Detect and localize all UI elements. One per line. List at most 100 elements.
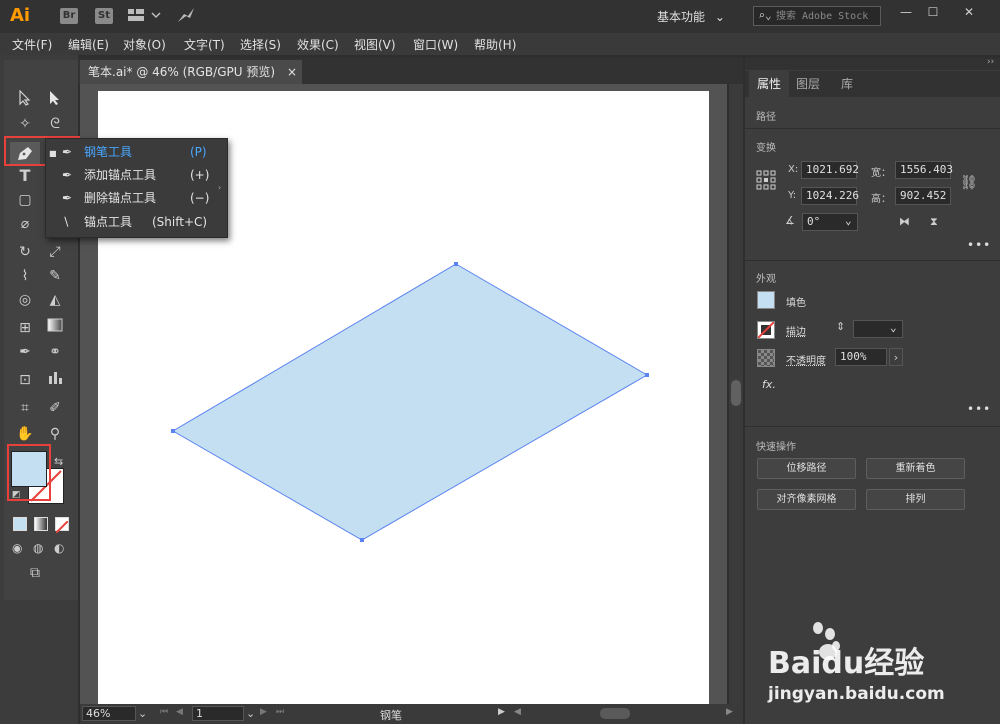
- scale-tool-icon[interactable]: ⤢: [44, 242, 66, 262]
- vertical-scrollbar[interactable]: [729, 84, 743, 706]
- menu-view[interactable]: 视图(V): [354, 36, 396, 53]
- close-window-icon[interactable]: ✕: [958, 5, 980, 21]
- flyout-item-add-anchor[interactable]: ✒ 添加锚点工具 (+): [62, 164, 222, 186]
- opacity-arrow-icon[interactable]: ›: [889, 348, 903, 366]
- type-tool-icon[interactable]: T: [14, 166, 36, 186]
- menu-edit[interactable]: 编辑(E): [68, 36, 109, 53]
- arrange-documents-icon[interactable]: [128, 8, 164, 26]
- puppet-warp-tool-icon[interactable]: ✎: [44, 266, 66, 286]
- document-tab[interactable]: 笔本.ai* @ 46% (RGB/GPU 预览) ×: [80, 60, 302, 84]
- flyout-item-pen[interactable]: ✒ 钢笔工具 (P): [62, 141, 222, 163]
- menu-file[interactable]: 文件(F): [12, 36, 52, 53]
- color-mode-icon[interactable]: [13, 517, 27, 531]
- bridge-button[interactable]: Br: [60, 8, 78, 24]
- scroll-left-icon[interactable]: ◀: [514, 707, 521, 717]
- more-appearance-options-icon[interactable]: •••: [967, 402, 991, 416]
- shape-builder-tool-icon[interactable]: ◎: [14, 290, 36, 310]
- parallelogram-path[interactable]: [172, 263, 648, 541]
- stock-button[interactable]: St: [95, 8, 113, 24]
- eyedropper-tool-icon[interactable]: ✒: [14, 342, 36, 362]
- magic-wand-tool-icon[interactable]: ✧: [14, 114, 36, 134]
- x-position-field[interactable]: 1021.692: [801, 161, 859, 179]
- anchor-point-top[interactable]: [454, 262, 458, 266]
- fx-effects-icon[interactable]: fx.: [762, 378, 776, 391]
- selection-tool-icon[interactable]: [14, 89, 36, 110]
- stroke-weight-field[interactable]: ⌄: [853, 320, 903, 338]
- height-field[interactable]: 902.452: [895, 187, 951, 205]
- constrain-proportions-icon[interactable]: ⛓: [960, 175, 978, 191]
- maximize-icon[interactable]: ☐: [922, 5, 944, 21]
- tearoff-arrow-icon[interactable]: ›: [218, 183, 221, 192]
- zoom-field[interactable]: 46%: [82, 706, 136, 721]
- gradient-tool-icon[interactable]: [44, 318, 66, 338]
- stroke-label[interactable]: 描边: [786, 323, 806, 338]
- blend-tool-icon[interactable]: ⚭: [44, 342, 66, 362]
- menu-object[interactable]: 对象(O): [123, 36, 166, 53]
- align-pixel-grid-button[interactable]: 对齐像素网格: [757, 489, 856, 510]
- vertical-scroll-thumb[interactable]: [731, 380, 741, 406]
- width-field[interactable]: 1556.403: [895, 161, 953, 179]
- last-artboard-icon[interactable]: ⏭: [276, 707, 284, 717]
- flyout-item-anchor-point[interactable]: ∖ 锚点工具 (Shift+C): [62, 211, 222, 233]
- opacity-field[interactable]: 100%: [835, 348, 887, 366]
- lasso-tool-icon[interactable]: ᘓ: [44, 114, 66, 134]
- status-menu-icon[interactable]: ▶: [498, 707, 505, 717]
- rectangle-tool-icon[interactable]: ▢: [14, 190, 36, 210]
- stroke-weight-stepper-icon[interactable]: ⇕: [836, 320, 845, 333]
- anchor-point-left[interactable]: [171, 429, 175, 433]
- y-position-field[interactable]: 1024.226: [801, 187, 859, 205]
- hand-tool-icon[interactable]: ✋: [14, 424, 36, 444]
- search-stock-field[interactable]: ⌕⌄ 搜索 Adobe Stock: [753, 6, 881, 26]
- symbol-sprayer-tool-icon[interactable]: ⊡: [14, 370, 36, 390]
- tab-layers[interactable]: 图层: [796, 71, 820, 97]
- draw-inside-icon[interactable]: ◐: [54, 541, 64, 555]
- artboard-tool-icon[interactable]: ⌗: [14, 398, 36, 418]
- menu-window[interactable]: 窗口(W): [413, 36, 458, 53]
- scroll-right-icon[interactable]: ▶: [726, 707, 733, 717]
- stroke-color-swatch[interactable]: [757, 321, 775, 339]
- close-tab-icon[interactable]: ×: [287, 60, 297, 84]
- expand-panels-icon[interactable]: ››: [987, 57, 994, 67]
- gradient-mode-icon[interactable]: [34, 517, 48, 531]
- more-transform-options-icon[interactable]: •••: [967, 238, 991, 252]
- flyout-item-delete-anchor[interactable]: ✒ 删除锚点工具 (−): [62, 187, 222, 209]
- offset-path-button[interactable]: 位移路径: [757, 458, 856, 479]
- opacity-label[interactable]: 不透明度: [786, 352, 826, 367]
- next-artboard-icon[interactable]: ▶: [260, 707, 267, 717]
- artboard-dropdown-icon[interactable]: ⌄: [246, 707, 255, 720]
- rotate-angle-field[interactable]: 0° ⌄: [802, 213, 858, 231]
- zoom-tool-icon[interactable]: ⚲: [44, 424, 66, 444]
- anchor-point-right[interactable]: [645, 373, 649, 377]
- draw-behind-icon[interactable]: ◍: [33, 541, 43, 555]
- recolor-button[interactable]: 重新着色: [866, 458, 965, 479]
- swap-fill-stroke-icon[interactable]: ⇆: [54, 455, 63, 468]
- first-artboard-icon[interactable]: ⏮: [160, 707, 168, 717]
- fill-color-swatch[interactable]: [757, 291, 775, 309]
- workspace-switcher[interactable]: 基本功能 ⌄: [657, 8, 725, 25]
- none-mode-icon[interactable]: [55, 517, 69, 534]
- gpu-performance-icon[interactable]: [176, 6, 196, 28]
- horizontal-scroll-thumb[interactable]: [600, 708, 630, 719]
- draw-normal-icon[interactable]: ◉: [12, 541, 22, 555]
- menu-effect[interactable]: 效果(C): [297, 36, 339, 53]
- tab-properties[interactable]: 属性: [749, 71, 789, 97]
- minimize-icon[interactable]: —: [895, 5, 917, 21]
- mesh-tool-icon[interactable]: ⊞: [14, 318, 36, 338]
- slice-tool-icon[interactable]: ✐: [44, 398, 66, 418]
- menu-type[interactable]: 文字(T): [184, 36, 225, 53]
- flip-vertical-icon[interactable]: ⧗: [930, 215, 938, 229]
- warp-tool-icon[interactable]: ⌇: [14, 266, 36, 286]
- tab-libraries[interactable]: 库: [841, 71, 853, 97]
- rotate-tool-icon[interactable]: ↻: [14, 242, 36, 262]
- direct-selection-tool-icon[interactable]: [44, 90, 66, 110]
- perspective-grid-tool-icon[interactable]: ◭: [44, 290, 66, 310]
- paintbrush-tool-icon[interactable]: ⌀: [14, 214, 36, 234]
- menu-help[interactable]: 帮助(H): [474, 36, 516, 53]
- previous-artboard-icon[interactable]: ◀: [176, 707, 183, 717]
- artboard-number-field[interactable]: 1: [192, 706, 244, 721]
- zoom-dropdown-icon[interactable]: ⌄: [138, 707, 147, 720]
- graph-tool-icon[interactable]: [44, 370, 66, 390]
- flip-horizontal-icon[interactable]: ⧓: [899, 215, 910, 228]
- arrange-button[interactable]: 排列: [866, 489, 965, 510]
- reference-point-icon[interactable]: [756, 170, 776, 194]
